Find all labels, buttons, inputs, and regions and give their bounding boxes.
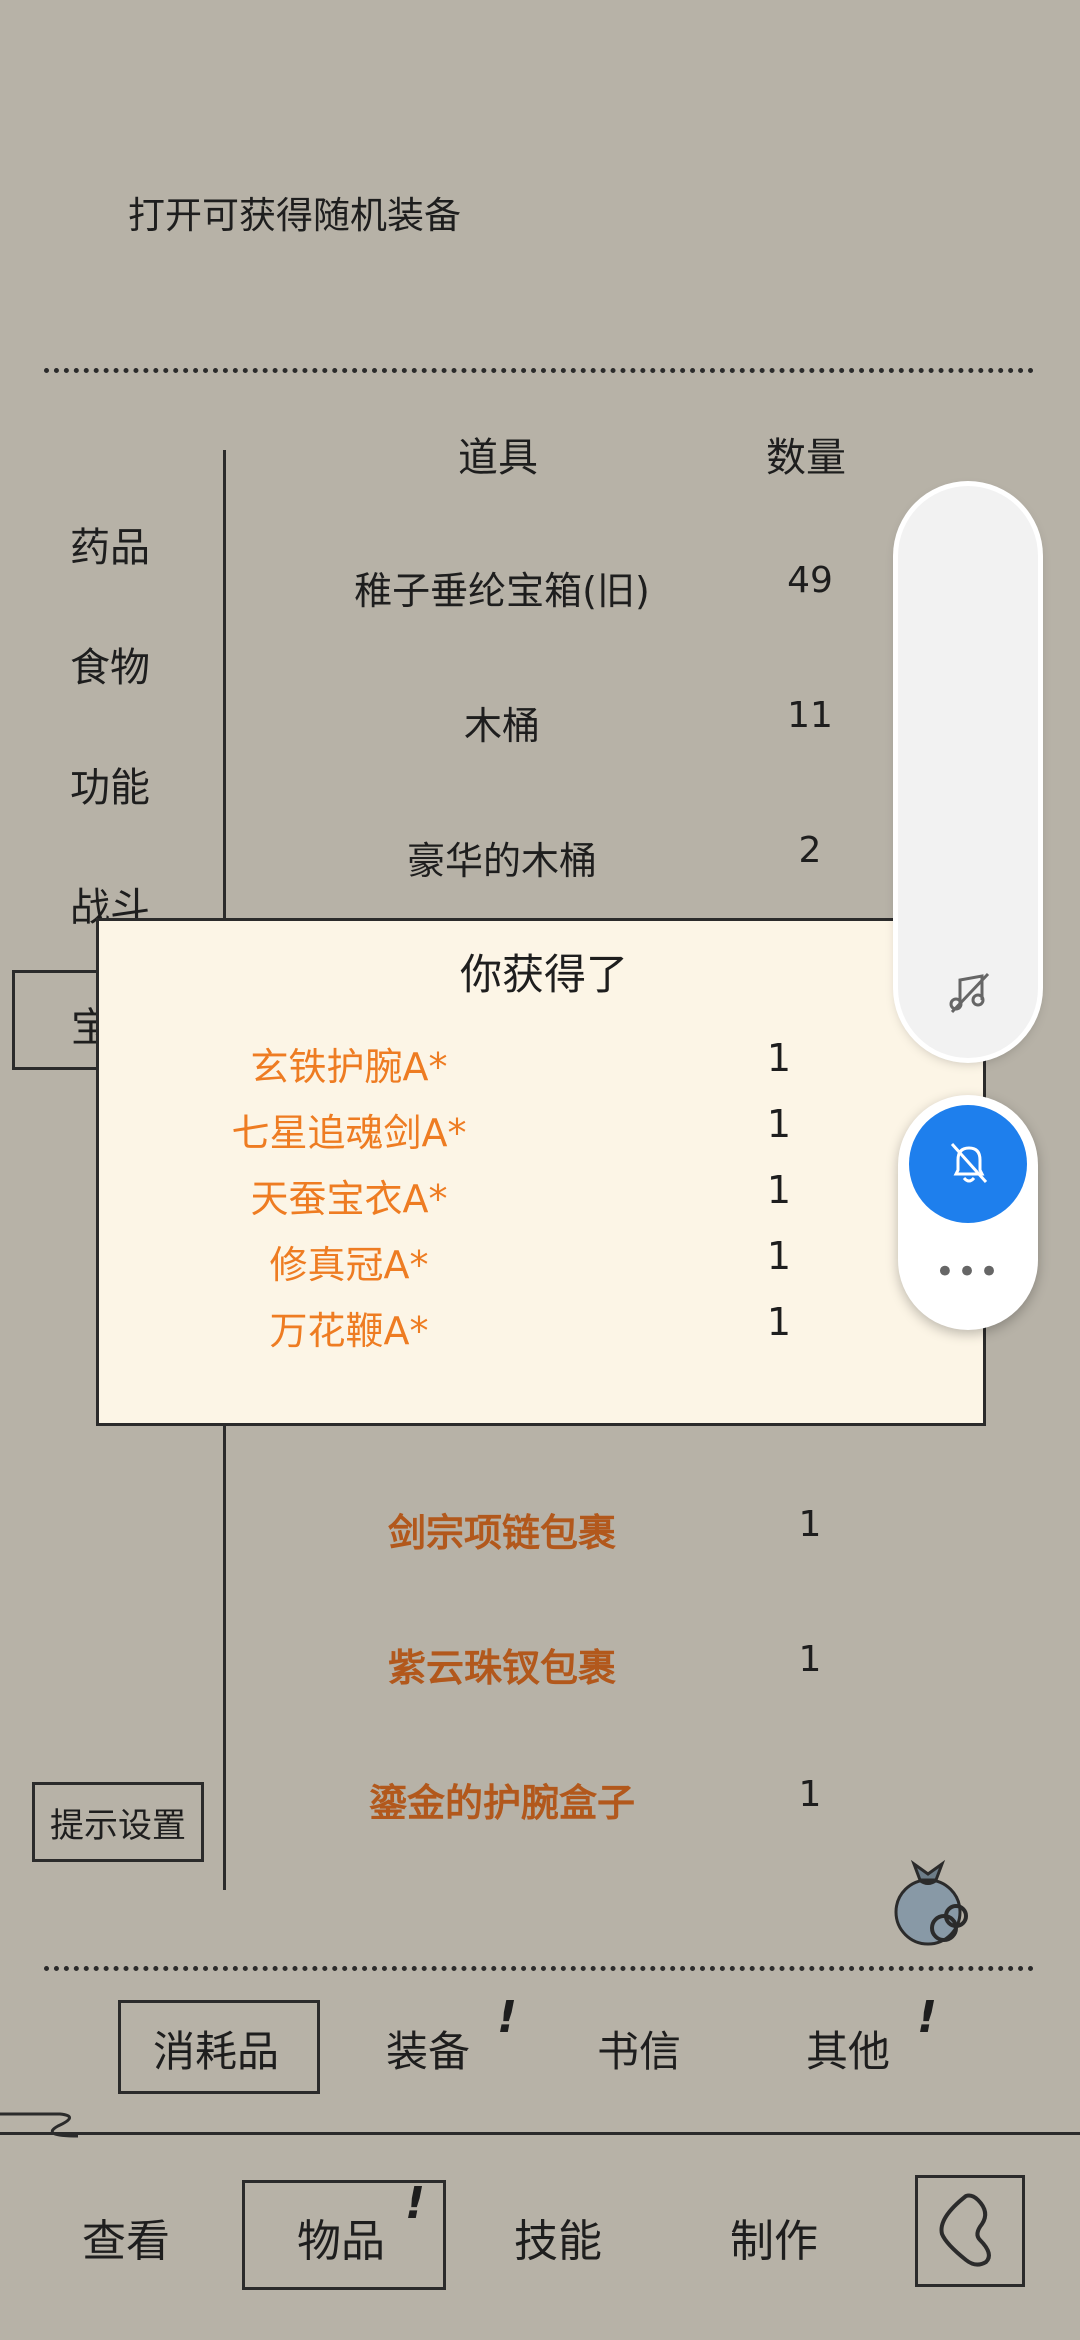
item-description: 打开可获得随机装备 <box>128 194 461 237</box>
item-row-qty: 49 <box>787 560 833 601</box>
item-row-name[interactable]: 豪华的木桶 <box>252 830 752 885</box>
reward-item-name: 玄铁护腕A* <box>250 1045 448 1089</box>
bell-off-icon <box>950 1142 988 1184</box>
item-row-name[interactable]: 稚子垂纶宝箱(旧) <box>252 560 752 615</box>
other-alert-icon: ! <box>917 1992 938 2043</box>
dotted-divider-bottom <box>44 1966 1034 1971</box>
subtab-consumables[interactable]: 消耗品 <box>153 2018 279 2079</box>
reward-item-name: 万花鞭A* <box>269 1309 429 1353</box>
reward-item-qty: 1 <box>766 1168 792 1212</box>
reward-item-name: 天蚕宝衣A* <box>250 1177 448 1221</box>
tab-view[interactable]: 查看 <box>82 2205 170 2269</box>
tab-craft[interactable]: 制作 <box>730 2205 818 2269</box>
tab-items[interactable]: 物品 <box>297 2205 385 2269</box>
subtab-equipment[interactable]: 装备 <box>386 2018 470 2079</box>
reward-popup-title: 你获得了 <box>459 950 628 999</box>
header-item: 道具 <box>458 435 538 481</box>
scroll-curl-icon <box>0 2112 79 2138</box>
item-row-qty: 1 <box>798 1774 822 1815</box>
reward-item-name: 七星追魂剑A* <box>231 1111 467 1155</box>
reward-item-name: 修真冠A* <box>269 1243 429 1287</box>
item-row-name[interactable]: 剑宗项链包裹 <box>252 1502 752 1557</box>
item-row-qty: 2 <box>798 830 822 871</box>
equipment-alert-icon: ! <box>497 1992 518 2043</box>
back-icon <box>939 2193 991 2267</box>
mute-notifications-button[interactable] <box>909 1105 1027 1223</box>
item-row-name[interactable]: 木桶 <box>252 695 752 750</box>
item-row-name[interactable]: 紫云珠钗包裹 <box>252 1637 752 1692</box>
subtab-letters[interactable]: 书信 <box>597 2018 681 2079</box>
scroll-divider <box>0 2132 1080 2135</box>
item-row-qty: 11 <box>787 695 833 736</box>
items-alert-icon: ! <box>405 2178 426 2229</box>
back-button[interactable] <box>915 2175 1025 2287</box>
more-icon[interactable]: ••• <box>898 1252 1038 1292</box>
floating-controls: ••• <box>898 1095 1038 1330</box>
item-row-qty: 1 <box>798 1639 822 1680</box>
dotted-divider-top <box>44 368 1034 373</box>
category-food[interactable]: 食物 <box>70 635 150 693</box>
reward-item-qty: 1 <box>766 1102 792 1146</box>
music-off-icon[interactable] <box>946 970 992 1016</box>
subtab-other[interactable]: 其他 <box>806 2018 890 2079</box>
tab-skills[interactable]: 技能 <box>514 2205 602 2269</box>
item-row-name[interactable]: 鎏金的护腕盒子 <box>252 1772 752 1827</box>
floating-panel[interactable] <box>898 486 1038 1058</box>
header-quantity: 数量 <box>766 435 846 481</box>
category-function[interactable]: 功能 <box>70 755 150 813</box>
category-medicine[interactable]: 药品 <box>70 515 150 573</box>
reward-item-qty: 1 <box>766 1300 792 1344</box>
loot-bag-icon[interactable] <box>884 1850 974 1950</box>
reward-item-qty: 1 <box>766 1234 792 1278</box>
reward-item-qty: 1 <box>766 1036 792 1080</box>
item-row-qty: 1 <box>798 1504 822 1545</box>
hint-settings-button[interactable]: 提示设置 <box>32 1782 204 1862</box>
reward-popup[interactable]: 你获得了 玄铁护腕A* 1 七星追魂剑A* 1 天蚕宝衣A* 1 修真冠A* 1… <box>96 918 986 1426</box>
